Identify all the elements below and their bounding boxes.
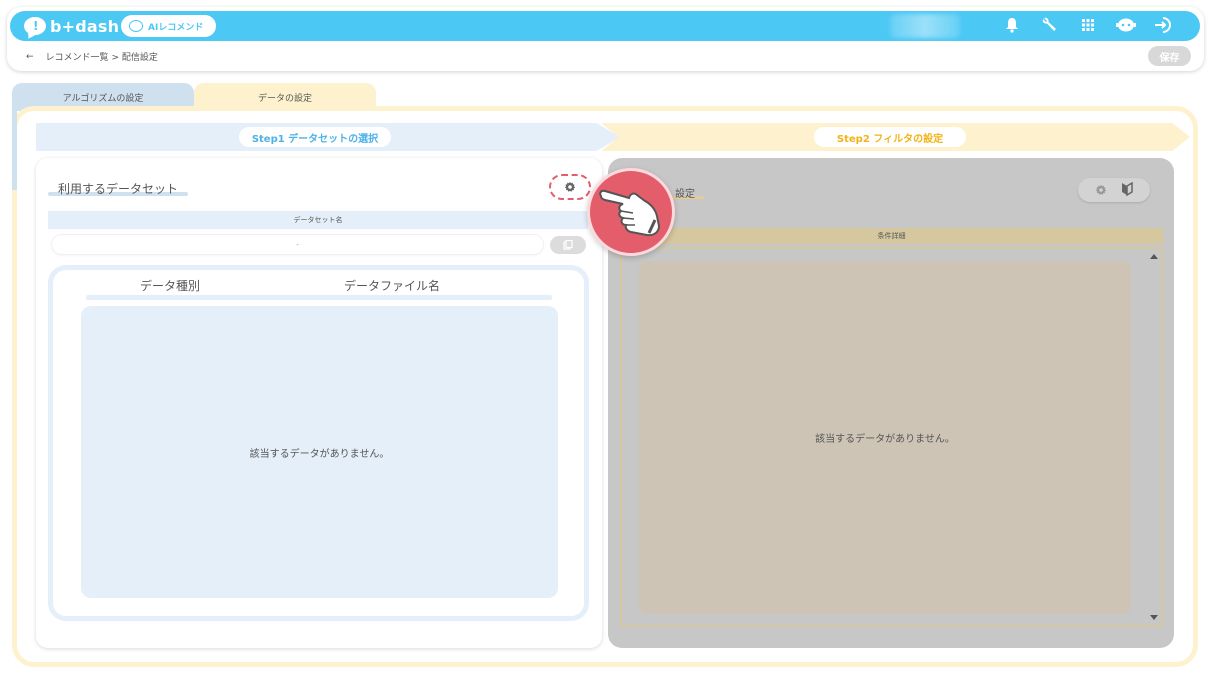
- logo-bubble-icon: !: [24, 17, 46, 35]
- filter-panel-actions: [1078, 178, 1150, 202]
- frame-tab-connector: [12, 110, 17, 190]
- grid-icon[interactable]: [1078, 15, 1098, 35]
- dataset-settings-button[interactable]: [549, 174, 591, 200]
- wrench-icon[interactable]: [1040, 15, 1060, 35]
- column-header-data-file-name: データファイル名: [344, 279, 441, 293]
- back-arrow-icon[interactable]: ←: [26, 52, 34, 62]
- ai-recommend-icon: [129, 20, 143, 32]
- logout-icon[interactable]: [1154, 15, 1174, 35]
- user-name-blurred[interactable]: [890, 14, 960, 38]
- column-header-data-type: データ種別: [140, 279, 201, 293]
- breadcrumb-current: 配信設定: [121, 53, 158, 63]
- filter-panel-title: 設定: [675, 189, 695, 200]
- ai-recommend-badge[interactable]: AIレコメンド: [121, 15, 216, 37]
- condition-details-header: 条件詳細: [620, 228, 1163, 244]
- gear-icon: [564, 181, 576, 192]
- dataset-name-header: データセット名: [48, 211, 588, 229]
- dataset-copy-button[interactable]: [550, 236, 586, 254]
- chat-bot-icon[interactable]: [1116, 15, 1136, 35]
- pointing-hand-icon: [587, 168, 675, 256]
- dataset-panel-title: 利用するデータセット: [58, 182, 179, 196]
- scroll-down-arrow-icon[interactable]: [1150, 615, 1158, 620]
- step2-label[interactable]: Step2 フィルタの設定: [814, 127, 966, 147]
- bdash-logo[interactable]: ! b+dash: [24, 16, 119, 36]
- copy-icon: [563, 240, 573, 250]
- bell-icon[interactable]: [1002, 15, 1022, 35]
- breadcrumb: ← レコメンド一覧 > 配信設定: [26, 50, 158, 64]
- dataset-name-field[interactable]: -: [52, 235, 543, 254]
- logo-text: b+dash: [50, 16, 120, 36]
- empty-message: 該当するデータがありません。: [815, 434, 955, 445]
- ai-recommend-label: AIレコメンド: [148, 22, 204, 33]
- condition-empty-state: 該当するデータがありません。: [639, 261, 1131, 614]
- empty-message: 該当するデータがありません。: [249, 448, 390, 460]
- data-files-empty-state: 該当するデータがありません。: [81, 306, 558, 598]
- scroll-up-arrow-icon[interactable]: [1150, 254, 1158, 259]
- breadcrumb-parent[interactable]: レコメンド一覧: [46, 53, 109, 63]
- column-header-divider: [86, 295, 552, 300]
- save-button[interactable]: 保存: [1148, 46, 1191, 66]
- gear-icon[interactable]: [1095, 181, 1107, 200]
- breadcrumb-separator: >: [111, 53, 119, 63]
- beginner-mark-icon[interactable]: [1121, 181, 1133, 200]
- top-navigation-bar: ! b+dash AIレコメンド: [10, 11, 1200, 41]
- step1-label[interactable]: Step1 データセットの選択: [239, 127, 391, 147]
